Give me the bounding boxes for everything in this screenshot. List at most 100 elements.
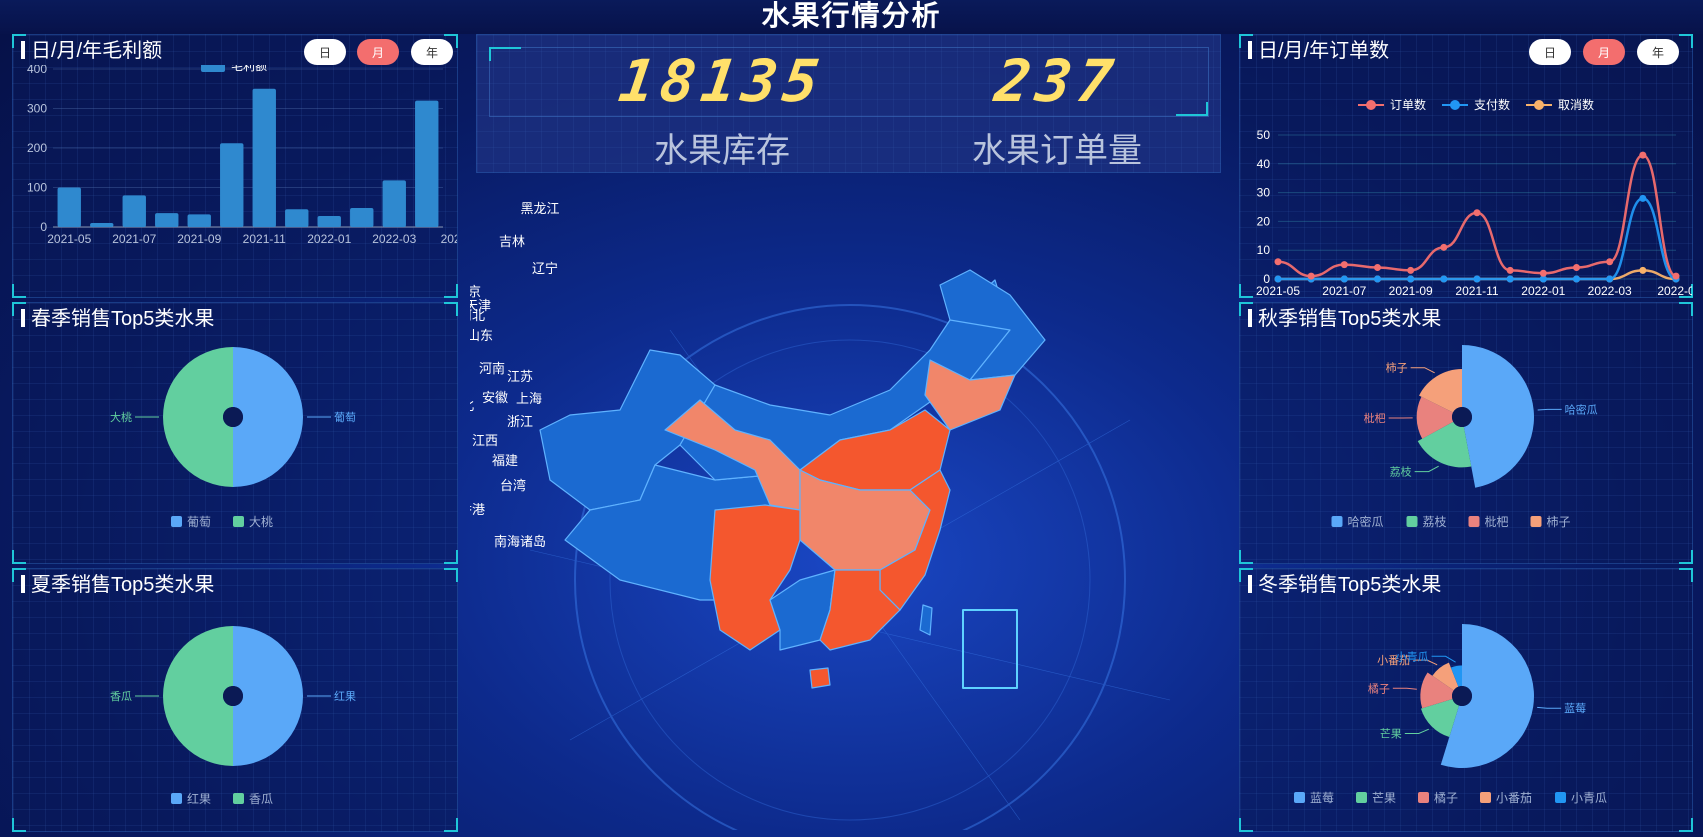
- series-point: [1340, 275, 1348, 283]
- legend-swatch: [171, 516, 182, 527]
- legend-swatch: [1555, 792, 1566, 803]
- summer-panel: 夏季销售Top5类水果 红果 香瓜 红果 香瓜: [12, 568, 458, 832]
- slice-label: 香瓜: [110, 690, 132, 703]
- legend-marker: [1450, 100, 1460, 110]
- series-point: [1407, 275, 1415, 283]
- series-point: [1307, 272, 1315, 280]
- profit-bar: [220, 143, 244, 227]
- spring-panel: 春季销售Top5类水果 葡萄 大桃 葡萄 大桃: [12, 302, 458, 564]
- province-label-福建: 福建: [492, 453, 518, 468]
- series-point: [1274, 258, 1282, 266]
- legend-marker: [1534, 100, 1544, 110]
- slice-label: 芒果: [1380, 727, 1402, 740]
- legend-swatch: [1418, 792, 1429, 803]
- profit-bar: [252, 88, 276, 227]
- kpi-frame-corner: [489, 47, 521, 61]
- pie-slice-红果: [233, 626, 303, 766]
- pie-center-hole: [1452, 686, 1472, 706]
- page-title: 水果行情分析: [761, 0, 942, 31]
- legend-label: 芒果: [1372, 790, 1396, 805]
- series-point: [1374, 275, 1381, 283]
- legend-swatch: [171, 793, 182, 804]
- panel-corner: [444, 568, 458, 582]
- orders-kpi: 237: [947, 47, 1167, 115]
- profit-panel-title: 日/月/年毛利额: [21, 39, 162, 63]
- winter-panel-title: 冬季销售Top5类水果: [1248, 573, 1441, 597]
- legend-label: 取消数: [1558, 97, 1594, 112]
- x-tick-label: 2022-01: [1521, 284, 1565, 297]
- panel-corner: [1679, 34, 1693, 48]
- province-label-台湾: 台湾: [500, 478, 526, 493]
- province-label-香港: 香港: [470, 502, 485, 517]
- province-label-河北: 河北: [470, 308, 485, 323]
- profit-panel: 日/月/年毛利额 日 月 年 0 100 200 300 400 2021-05 2021-…: [12, 34, 458, 298]
- orders-year-toggle[interactable]: 年: [1637, 39, 1679, 65]
- china-map[interactable]: 黑龙江吉林辽宁内蒙古北京天津河北山西山东宁夏甘肃新疆青海陕西河南江苏上海安徽湖北…: [470, 180, 1230, 830]
- series-point: [1639, 151, 1647, 159]
- orders-label: 水果订单量: [972, 132, 1142, 170]
- pie-center-hole: [223, 407, 243, 427]
- x-tick-label: 2022-03: [372, 232, 416, 246]
- region-hainan[interactable]: [809, 667, 831, 689]
- profit-month-toggle[interactable]: 月: [357, 39, 399, 65]
- profit-bar: [350, 208, 374, 227]
- orders-label-wrap: 水果订单量: [917, 123, 1197, 172]
- y-tick-label: 20: [1257, 214, 1271, 228]
- profit-year-toggle[interactable]: 年: [411, 39, 453, 65]
- series-point: [1440, 243, 1448, 251]
- orders-month-toggle[interactable]: 月: [1583, 39, 1625, 65]
- series-point: [1606, 275, 1614, 283]
- series-point: [1606, 258, 1614, 266]
- y-tick-label: 100: [27, 181, 47, 195]
- profit-bar-chart: 01002003004002021-05 2021-07 2021-09 2021-1…: [27, 65, 457, 246]
- legend-label: 葡萄: [187, 515, 211, 529]
- legend-label: 橘子: [1434, 790, 1458, 805]
- series-point: [1407, 266, 1415, 274]
- panel-corner: [1679, 302, 1693, 316]
- pie-center-hole: [1452, 407, 1472, 427]
- slice-label: 柿子: [1386, 361, 1408, 375]
- legend-label: 小番茄: [1496, 791, 1532, 805]
- orders-value: 237: [990, 47, 1124, 115]
- province-label-上海: 上海: [516, 391, 542, 406]
- legend-swatch: [1331, 516, 1343, 527]
- legend-label: 支付数: [1474, 97, 1510, 112]
- y-tick-label: 300: [27, 102, 47, 116]
- slice-label: 蓝莓: [1564, 702, 1586, 715]
- stock-kpi: 18135: [592, 47, 852, 115]
- legend-swatch: [1406, 516, 1418, 527]
- slice-label: 小青瓜: [1396, 650, 1429, 663]
- legend-swatch: [1468, 516, 1480, 527]
- legend-label: 哈密瓜: [1348, 514, 1384, 529]
- profit-bar: [415, 100, 439, 227]
- legend-swatch: [1294, 792, 1305, 803]
- legend-swatch: [1530, 516, 1542, 527]
- stock-value: 18135: [614, 47, 830, 115]
- profit-bar: [285, 209, 309, 227]
- label-leader: [1537, 706, 1562, 709]
- south-china-sea-inset[interactable]: [962, 609, 1018, 689]
- legend-label: 订单数: [1390, 97, 1426, 112]
- legend-label: 蓝莓: [1310, 791, 1334, 805]
- region-taiwan[interactable]: [919, 604, 933, 636]
- spring-pie-chart: 葡萄大桃葡萄 大桃: [110, 347, 356, 529]
- label-leader: [1410, 367, 1435, 374]
- series-point: [1506, 266, 1514, 274]
- y-tick-label: 200: [27, 141, 47, 155]
- profit-day-toggle[interactable]: 日: [304, 39, 346, 65]
- legend-label: 大桃: [249, 514, 273, 529]
- series-point: [1539, 269, 1547, 277]
- slice-label: 大桃: [110, 410, 132, 424]
- province-label-江西: 江西: [472, 433, 498, 448]
- legend-label: 香瓜: [249, 792, 273, 806]
- province-label-江苏: 江苏: [507, 369, 533, 384]
- legend-label: 毛利额: [231, 65, 267, 73]
- province-label-黑龙江: 黑龙江: [520, 201, 559, 216]
- series-point: [1473, 275, 1481, 283]
- legend-marker: [1366, 100, 1376, 110]
- orders-day-toggle[interactable]: 日: [1529, 39, 1571, 65]
- spring-panel-title: 春季销售Top5类水果: [21, 307, 214, 331]
- series-point: [1672, 272, 1680, 280]
- province-label-浙江: 浙江: [507, 414, 533, 429]
- kpi-frame-corner: [1176, 102, 1208, 116]
